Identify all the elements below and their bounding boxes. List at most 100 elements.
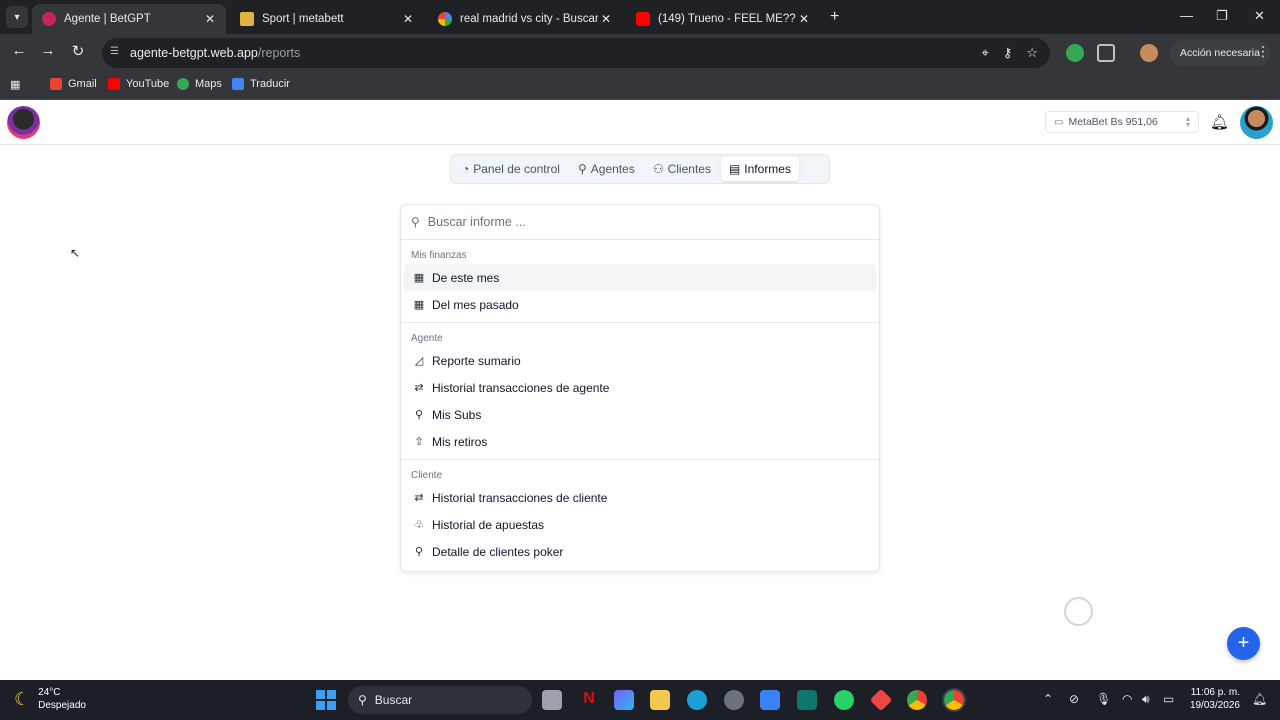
calendar-icon: ▦ xyxy=(413,272,425,284)
bookmark-gmail[interactable]: Gmail xyxy=(50,78,97,90)
windows-start-icon[interactable] xyxy=(316,690,336,710)
report-item-de-este-mes[interactable]: ▦ De este mes xyxy=(404,264,876,291)
weather-temperature: 24°C xyxy=(38,687,61,698)
report-item-historial-apuestas[interactable]: ♧ Historial de apuestas xyxy=(404,511,876,538)
system-clock[interactable]: 11:06 p. m. 19/03/2026 xyxy=(1188,686,1240,712)
report-item-clientes-poker[interactable]: ⚲ Detalle de clientes poker xyxy=(404,538,876,565)
browser-tab[interactable]: Agente | BetGPT ✕ xyxy=(32,4,226,34)
tab-title: Agente | BetGPT xyxy=(64,13,151,25)
extensions-puzzle-icon[interactable] xyxy=(1097,44,1115,62)
site-info-icon[interactable]: ☰ xyxy=(110,46,124,60)
report-item-label: Reporte sumario xyxy=(432,353,521,368)
taskbar-search-label: Buscar xyxy=(374,693,413,707)
microphone-icon[interactable]: 🎙︎ xyxy=(1096,692,1111,706)
bookmarks-bar: ▦ Gmail YouTube Maps Traducir xyxy=(0,72,1280,100)
tab-label: Panel de control xyxy=(473,162,560,176)
tab-agentes[interactable]: ⚲ Agentes xyxy=(570,157,643,181)
report-item-mis-subs[interactable]: ⚲ Mis Subs xyxy=(404,401,876,428)
profile-avatar-icon[interactable] xyxy=(1140,44,1158,62)
group-label: Mis finanzas xyxy=(411,250,467,261)
report-item-mis-retiros[interactable]: ⇧ Mis retiros xyxy=(404,428,876,455)
netflix-icon[interactable]: N xyxy=(579,690,599,710)
copilot-icon[interactable] xyxy=(614,690,634,710)
chevron-up-icon[interactable]: ⌃ xyxy=(1043,692,1053,706)
maps-pin-icon xyxy=(177,78,189,90)
close-tab-icon[interactable]: ✕ xyxy=(400,12,416,26)
forward-icon[interactable]: → xyxy=(37,42,59,59)
obs-icon[interactable] xyxy=(724,690,744,710)
close-window-icon[interactable]: ✕ xyxy=(1254,8,1265,24)
add-button[interactable]: + xyxy=(1227,627,1260,660)
report-item-del-mes-pasado[interactable]: ▦ Del mes pasado xyxy=(404,291,876,318)
battery-icon[interactable]: ▭ xyxy=(1163,692,1174,706)
file-explorer-icon[interactable] xyxy=(650,690,670,710)
back-icon[interactable]: ← xyxy=(8,42,30,59)
network-off-icon[interactable]: ⊘ xyxy=(1069,692,1079,706)
tab-label: Informes xyxy=(744,162,791,176)
bookmark-star-icon[interactable]: ☆ xyxy=(1026,45,1038,61)
moon-icon: ☾ xyxy=(14,688,31,709)
report-item-historial-cliente[interactable]: ⇄ Historial transacciones de cliente xyxy=(404,484,876,511)
edge-icon[interactable] xyxy=(687,690,707,710)
report-item-reporte-sumario[interactable]: ◿ Reporte sumario xyxy=(404,347,876,374)
bell-icon[interactable]: 🔔︎ xyxy=(1210,113,1229,131)
reports-command-menu: ⚲ Mis finanzas ▦ De este mes ▦ Del mes p… xyxy=(400,204,880,572)
tab-informes[interactable]: ▤ Informes xyxy=(720,157,799,181)
browser-tab[interactable]: (149) Trueno - FEEL ME?? (Vide ✕ xyxy=(626,4,820,34)
gauge-icon: ◔ xyxy=(462,162,470,176)
chrome-icon[interactable] xyxy=(907,690,927,710)
close-tab-icon[interactable]: ✕ xyxy=(598,12,614,26)
user-avatar[interactable] xyxy=(1240,106,1273,139)
reload-icon[interactable]: ↻ xyxy=(67,42,89,60)
store-icon[interactable] xyxy=(760,690,780,710)
bookmark-translate[interactable]: Traducir xyxy=(232,78,290,90)
report-item-label: Detalle de clientes poker xyxy=(432,544,564,559)
maximize-icon[interactable]: ❐ xyxy=(1216,8,1228,24)
tab-label: Agentes xyxy=(590,162,635,176)
location-icon[interactable]: ⌖ xyxy=(981,45,988,61)
disney-plus-icon[interactable] xyxy=(797,690,817,710)
anydesk-icon[interactable] xyxy=(869,688,893,712)
balance-selector[interactable]: ▭ MetaBet Bs 951,06 ▴ ▾ xyxy=(1045,111,1199,133)
browser-tab[interactable]: Sport | metabett ✕ xyxy=(230,4,424,34)
tab-search-button[interactable]: ▾ xyxy=(6,6,28,28)
search-icon: ⚲ xyxy=(358,693,367,707)
wifi-icon[interactable]: ◠ xyxy=(1122,692,1132,706)
chrome-profile-icon[interactable] xyxy=(942,688,966,712)
task-view-icon[interactable] xyxy=(542,690,562,710)
youtube-favicon-icon xyxy=(636,12,650,26)
translate-icon xyxy=(232,78,244,90)
extension-icon[interactable] xyxy=(1066,44,1084,62)
report-search-input[interactable] xyxy=(427,215,848,229)
tab-panel-de-control[interactable]: ◔ Panel de control xyxy=(454,157,568,181)
taskbar-search[interactable]: ⚲ Buscar xyxy=(348,686,532,714)
new-tab-icon[interactable]: + xyxy=(830,8,839,26)
browser-menu-icon[interactable]: ⋮ xyxy=(1256,43,1270,60)
report-item-label: Historial transacciones de agente xyxy=(432,380,610,395)
notifications-bell-icon[interactable]: 🔔︎ xyxy=(1252,692,1267,706)
youtube-icon xyxy=(108,78,120,90)
close-tab-icon[interactable]: ✕ xyxy=(796,12,812,26)
browser-tab[interactable]: real madrid vs city - Buscar con ✕ xyxy=(428,4,622,34)
tab-clientes[interactable]: ⚇ Clientes xyxy=(645,157,719,181)
group-agente: Agente ◿ Reporte sumario ⇄ Historial tra… xyxy=(401,323,879,460)
betgpt-logo[interactable] xyxy=(7,106,40,139)
bookmark-label: YouTube xyxy=(126,78,170,90)
bookmark-label: Gmail xyxy=(68,78,97,90)
address-bar[interactable]: ☰ agente-betgpt.web.app/reports ⌖ ⚷ ☆ xyxy=(102,38,1050,68)
action-needed-button[interactable]: Acción necesaria xyxy=(1170,40,1270,66)
report-item-historial-agente[interactable]: ⇄ Historial transacciones de agente xyxy=(404,374,876,401)
volume-icon[interactable]: 🔊︎ xyxy=(1142,692,1150,707)
apps-grid-icon[interactable]: ▦ xyxy=(10,78,20,91)
bookmark-youtube[interactable]: YouTube xyxy=(108,78,169,90)
close-tab-icon[interactable]: ✕ xyxy=(202,12,218,26)
betgpt-favicon-icon xyxy=(42,12,56,26)
calendar-clock-icon: ▦ xyxy=(413,299,425,311)
report-item-label: Historial de apuestas xyxy=(432,517,545,532)
bookmark-maps[interactable]: Maps xyxy=(177,78,222,90)
clock-time: 11:06 p. m. xyxy=(1190,687,1240,698)
password-key-icon[interactable]: ⚷ xyxy=(1003,45,1013,61)
minimize-icon[interactable]: — xyxy=(1180,8,1193,23)
weather-widget[interactable]: ☾ 24°C Despejado xyxy=(14,686,86,712)
whatsapp-icon[interactable] xyxy=(834,690,854,710)
